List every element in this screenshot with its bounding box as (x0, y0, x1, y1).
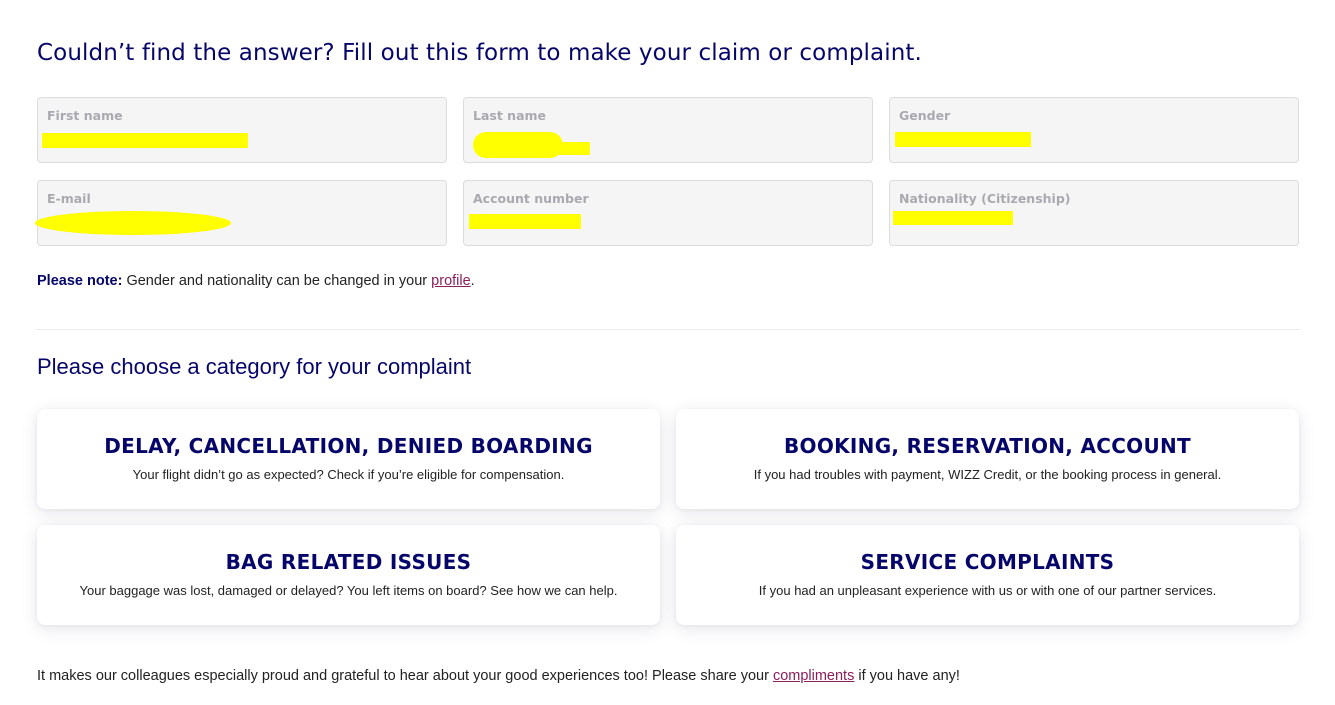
gender-field[interactable]: Gender (889, 97, 1299, 163)
category-grid: DELAY, CANCELLATION, DENIED BOARDING You… (37, 409, 1299, 625)
first-name-label: First name (47, 108, 123, 123)
page-heading: Couldn’t find the answer? Fill out this … (37, 40, 922, 66)
category-card-service[interactable]: SERVICE COMPLAINTS If you had an unpleas… (676, 525, 1299, 625)
first-name-input[interactable] (47, 128, 427, 150)
category-description: Your baggage was lost, damaged or delaye… (79, 583, 618, 598)
category-description: Your flight didn’t go as expected? Check… (132, 467, 565, 482)
first-name-field[interactable]: First name (37, 97, 447, 163)
category-description: If you had an unpleasant experience with… (758, 583, 1217, 598)
profile-note: Please note: Gender and nationality can … (37, 273, 475, 289)
last-name-label: Last name (473, 108, 547, 123)
note-end: . (470, 273, 475, 289)
last-name-input[interactable] (473, 128, 853, 150)
category-title: DELAY, CANCELLATION, DENIED BOARDING (104, 434, 593, 458)
category-heading: Please choose a category for your compla… (37, 354, 472, 379)
email-label: E-mail (47, 191, 91, 206)
gender-select[interactable] (899, 128, 1279, 150)
nationality-label: Nationality (Citizenship) (899, 191, 1071, 206)
footer-text: It makes our colleagues especially proud… (37, 668, 773, 684)
account-number-field[interactable]: Account number (463, 180, 873, 246)
email-field[interactable]: E-mail (35, 180, 447, 246)
claim-form-fields: First name Last name Gender E-mail Accou… (35, 97, 1299, 246)
compliments-link[interactable]: compliments (773, 668, 854, 684)
category-title: BOOKING, RESERVATION, ACCOUNT (783, 434, 1192, 458)
category-card-booking[interactable]: BOOKING, RESERVATION, ACCOUNT If you had… (676, 409, 1299, 509)
email-input[interactable] (47, 211, 427, 233)
note-bold-label: Please note: (37, 273, 123, 289)
account-number-input[interactable] (473, 211, 853, 233)
nationality-select[interactable] (899, 211, 1279, 233)
section-divider (35, 329, 1301, 330)
category-card-delay[interactable]: DELAY, CANCELLATION, DENIED BOARDING You… (37, 409, 660, 509)
category-card-bags[interactable]: BAG RELATED ISSUES Your baggage was lost… (37, 525, 660, 625)
last-name-field[interactable]: Last name (463, 97, 873, 163)
note-text: Gender and nationality can be changed in… (122, 273, 432, 289)
category-title: BAG RELATED ISSUES (225, 550, 472, 574)
profile-link[interactable]: profile (431, 273, 471, 289)
nationality-field[interactable]: Nationality (Citizenship) (889, 180, 1299, 246)
category-title: SERVICE COMPLAINTS (860, 550, 1115, 574)
compliments-note: It makes our colleagues especially proud… (37, 668, 960, 684)
gender-label: Gender (899, 108, 951, 123)
footer-end: if you have any! (854, 668, 960, 684)
category-description: If you had troubles with payment, WIZZ C… (753, 467, 1222, 482)
account-number-label: Account number (473, 191, 589, 206)
